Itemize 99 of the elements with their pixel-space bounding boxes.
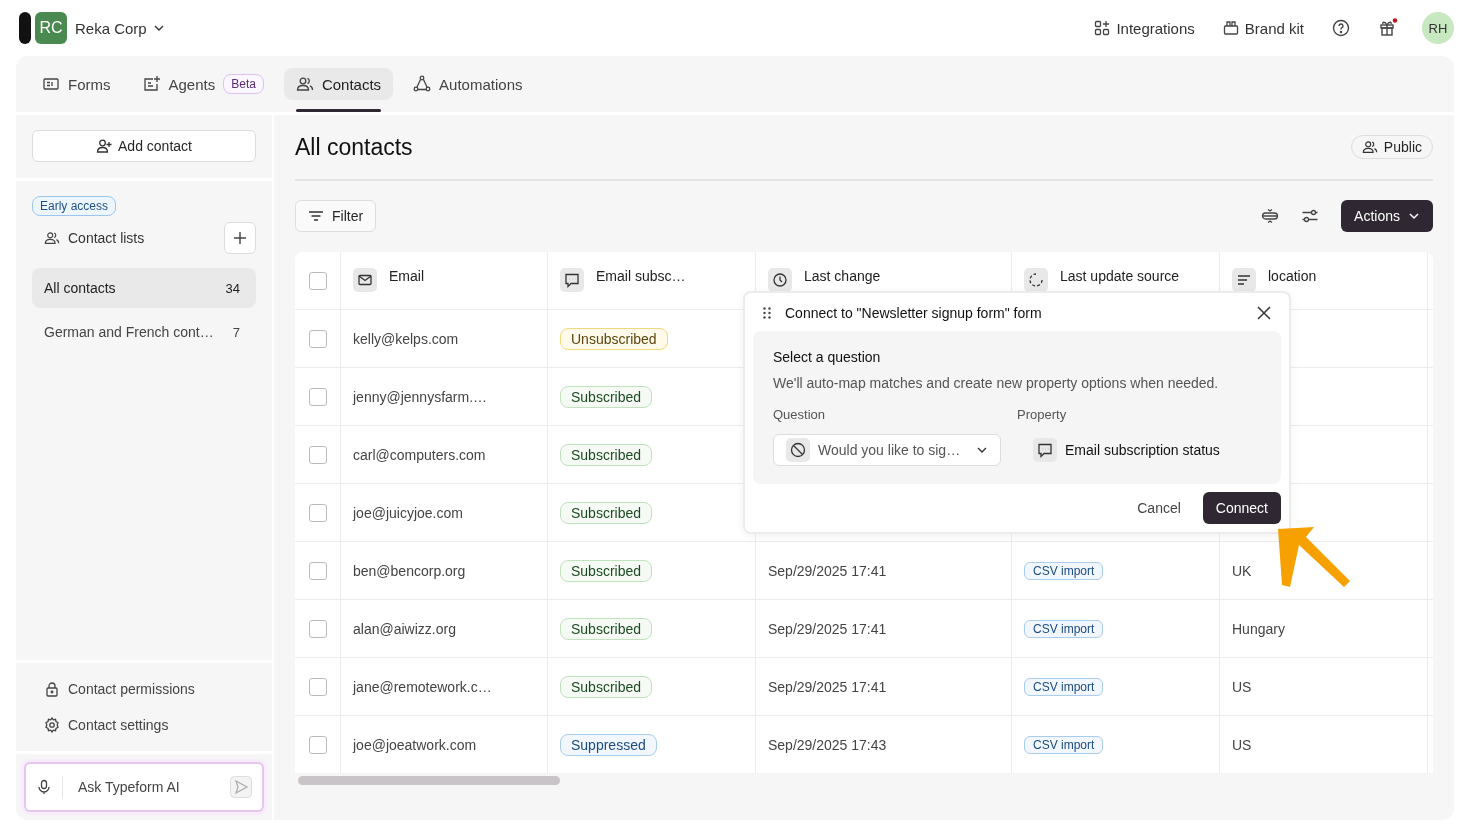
- close-icon[interactable]: [1257, 306, 1271, 320]
- early-access-badge: Early access: [32, 196, 117, 216]
- workspace-switcher[interactable]: Reka Corp: [75, 19, 165, 37]
- nodes-icon: [413, 75, 432, 93]
- email-cell: joe@joeatwork.com: [353, 736, 477, 753]
- people-icon: [44, 230, 60, 246]
- source-tag: CSV import: [1024, 619, 1104, 638]
- row-checkbox[interactable]: [308, 503, 327, 522]
- drag-handle-icon[interactable]: [763, 307, 771, 319]
- beta-badge: Beta: [223, 74, 264, 94]
- status-tag: Unsubscribed: [560, 327, 668, 350]
- row-checkbox[interactable]: [308, 445, 327, 464]
- nav-tab[interactable]: Forms: [30, 68, 123, 100]
- panel-heading: Select a question: [773, 349, 882, 365]
- microphone-icon[interactable]: [36, 779, 52, 795]
- connect-button[interactable]: Connect: [1202, 492, 1281, 524]
- date-cell: Sep/29/2025 17:43: [768, 736, 887, 753]
- date-cell: Sep/29/2025 17:41: [768, 620, 887, 637]
- location-cell: UK: [1232, 562, 1252, 579]
- column-header[interactable]: Last update source: [1060, 268, 1180, 284]
- people-icon: [1361, 139, 1378, 155]
- cancel-button[interactable]: Cancel: [1137, 500, 1181, 516]
- settings-icon: [44, 717, 60, 733]
- source-tag: CSV import: [1024, 735, 1104, 754]
- property-label: Property: [1017, 407, 1068, 422]
- row-checkbox[interactable]: [308, 329, 327, 348]
- column-header[interactable]: Email subsc…: [596, 268, 686, 284]
- column-header[interactable]: Email: [389, 268, 424, 284]
- source-tag: CSV import: [1024, 677, 1104, 696]
- row-checkbox[interactable]: [308, 735, 327, 754]
- toolbox-icon: [1222, 20, 1239, 36]
- workspace-avatar: RC: [35, 12, 67, 44]
- chat-icon: [560, 268, 584, 292]
- permissions-link[interactable]: Contact permissions: [44, 681, 244, 697]
- property-value: Email subscription status: [1065, 442, 1220, 458]
- question-label: Question: [773, 407, 827, 422]
- status-tag: Subscribed: [560, 559, 653, 582]
- status-tag: Subscribed: [560, 675, 653, 698]
- integrations-link[interactable]: Integrations: [1094, 19, 1195, 37]
- question-dropdown[interactable]: Would you like to sig…: [773, 434, 1001, 466]
- mail-icon: [353, 268, 377, 292]
- lock-icon: [44, 681, 60, 697]
- date-cell: Sep/29/2025 17:41: [768, 678, 887, 695]
- chat-icon: [1033, 438, 1057, 462]
- row-checkbox[interactable]: [308, 619, 327, 638]
- location-cell: US: [1232, 736, 1252, 753]
- settings-link[interactable]: Contact settings: [44, 717, 244, 733]
- document-plus-icon: [142, 75, 161, 93]
- status-tag: Suppressed: [560, 733, 657, 756]
- location-cell: US: [1232, 678, 1252, 695]
- status-tag: Subscribed: [560, 617, 653, 640]
- row-checkbox[interactable]: [308, 387, 327, 406]
- contact-list-item[interactable]: All contacts 34: [32, 268, 256, 308]
- add-contact-button[interactable]: Add contact: [32, 130, 256, 162]
- email-cell: kelly@kelps.com: [353, 330, 459, 347]
- filter-button[interactable]: Filter: [295, 200, 377, 232]
- email-cell: ben@bencorp.org: [353, 562, 466, 579]
- logo-mark: [19, 12, 31, 44]
- add-list-button[interactable]: [224, 222, 256, 254]
- scrollbar[interactable]: [298, 775, 560, 785]
- send-icon[interactable]: [230, 776, 252, 798]
- plus-icon: [233, 231, 247, 245]
- email-cell: carl@computers.com: [353, 446, 486, 463]
- panel-description: We'll auto-map matches and create new property options when needed.: [773, 375, 1220, 391]
- email-cell: joe@juicyjoe.com: [353, 504, 463, 521]
- source-tag: CSV import: [1024, 561, 1104, 580]
- form-icon: [42, 75, 60, 93]
- ask-ai-field[interactable]: Ask Typeform AI: [24, 762, 264, 812]
- settings-sliders-icon[interactable]: [1301, 207, 1320, 225]
- email-cell: jane@remotework.c…: [353, 678, 492, 695]
- nav-tab[interactable]: Agents Beta: [130, 68, 276, 100]
- actions-button[interactable]: Actions: [1341, 200, 1433, 232]
- status-tag: Subscribed: [560, 501, 653, 524]
- status-tag: Subscribed: [560, 385, 653, 408]
- column-header[interactable]: Last change: [804, 268, 881, 284]
- squares-plus-icon: [1094, 20, 1111, 36]
- row-height-icon[interactable]: [1261, 207, 1280, 225]
- nav-tab[interactable]: Automations: [401, 68, 535, 100]
- user-avatar[interactable]: RH: [1422, 12, 1454, 44]
- select-all-checkbox[interactable]: [308, 271, 327, 290]
- brand-kit-link[interactable]: Brand kit: [1222, 19, 1304, 37]
- contact-list-item[interactable]: German and French cont… 7: [32, 312, 256, 352]
- filter-icon: [308, 208, 324, 224]
- date-cell: Sep/29/2025 17:41: [768, 562, 887, 579]
- row-checkbox[interactable]: [308, 677, 327, 696]
- email-cell: jenny@jennysfarm.…: [353, 388, 488, 405]
- people-icon: [295, 75, 314, 93]
- person-plus-icon: [96, 138, 113, 154]
- popover-title: Connect to "Newsletter signup form" form: [785, 305, 1043, 321]
- contact-lists-heading: Contact lists: [68, 230, 146, 246]
- page-title: All contacts: [295, 133, 413, 161]
- caret-icon: [1408, 210, 1420, 222]
- gift-icon[interactable]: [1378, 18, 1398, 38]
- status-tag: Subscribed: [560, 443, 653, 466]
- location-cell: Hungary: [1232, 620, 1285, 637]
- row-checkbox[interactable]: [308, 561, 327, 580]
- column-header[interactable]: location: [1268, 268, 1317, 284]
- help-icon[interactable]: [1332, 19, 1350, 37]
- email-cell: alan@aiwizz.org: [353, 620, 456, 637]
